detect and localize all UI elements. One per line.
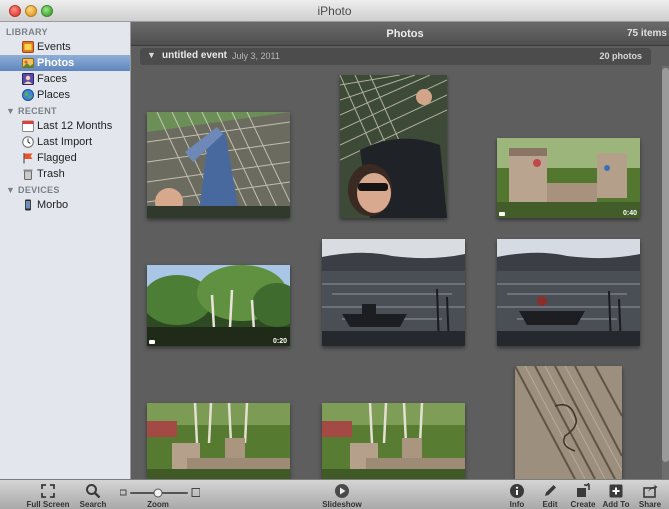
zoom-label: Zoom (147, 500, 169, 509)
calendar-icon (22, 120, 34, 132)
scrollbar-thumb[interactable] (662, 68, 669, 462)
sidebar-item-faces[interactable]: Faces (0, 71, 130, 87)
full-screen-icon (41, 484, 55, 498)
sidebar-item-label: Morbo (37, 199, 69, 211)
sidebar-item-label: Trash (37, 168, 65, 180)
events-icon (22, 41, 34, 53)
photo-thumbnail[interactable] (147, 112, 290, 218)
stone-wall-garden-photo (147, 403, 290, 479)
photo-thumbnail[interactable] (147, 403, 290, 479)
sidebar-item-flagged[interactable]: Flagged (0, 150, 130, 166)
sidebar-item-label: Flagged (37, 152, 77, 164)
edit-button[interactable]: Edit (537, 480, 563, 509)
add-to-label: Add To (602, 500, 630, 509)
edit-label: Edit (542, 500, 558, 509)
library-heading: LIBRARY (6, 27, 48, 37)
iphone-icon (25, 199, 31, 211)
photo-thumbnail[interactable] (515, 366, 622, 479)
video-camera-icon (499, 212, 505, 216)
info-icon (510, 484, 524, 498)
video-camera-icon (149, 340, 155, 344)
event-name: untitled event (162, 50, 228, 61)
sidebar-item-last-12-months[interactable]: Last 12 Months (0, 118, 130, 134)
lake-boat-photo (497, 239, 640, 346)
photo-thumbnail[interactable] (322, 239, 465, 346)
photo-thumbnail[interactable] (497, 239, 640, 346)
sidebar-item-morbo[interactable]: Morbo (0, 197, 130, 213)
full-screen-button[interactable]: Full Screen (26, 480, 70, 509)
share-label: Share (638, 500, 662, 509)
video-thumbnail[interactable]: 0:40 (497, 138, 640, 218)
event-photo-count: 20 photos (599, 51, 642, 61)
create-label: Create (570, 500, 596, 509)
photo-thumbnail[interactable] (340, 75, 447, 218)
devices-heading-label: DEVICES (18, 185, 60, 195)
create-button[interactable]: Create (568, 480, 598, 509)
slideshow-label: Slideshow (322, 500, 362, 509)
photo-thumbnail[interactable] (322, 403, 465, 479)
share-icon (643, 484, 658, 498)
slideshow-button[interactable]: Slideshow (320, 480, 364, 509)
iphoto-window: iPhoto LIBRARY Events Photos Faces Place… (0, 0, 669, 509)
disclosure-triangle-icon[interactable]: ▼ (147, 50, 156, 60)
sidebar-item-label: Photos (37, 57, 75, 69)
video-duration: 0:40 (622, 210, 637, 217)
window-title: iPhoto (317, 4, 352, 18)
item-count: 75 items (626, 28, 667, 39)
zoom-label-container: Zoom (140, 480, 176, 509)
content-title: Photos (386, 28, 424, 40)
sidebar-item-label: Places (37, 89, 71, 101)
search-icon (86, 484, 101, 499)
sidebar: LIBRARY Events Photos Faces Places ▼ REC… (0, 22, 131, 479)
bottom-toolbar: Full Screen Search Zoom Slideshow Info E… (0, 479, 669, 509)
info-button[interactable]: Info (504, 480, 530, 509)
devices-heading: ▼ DEVICES (6, 185, 60, 195)
flag-icon (23, 153, 33, 164)
video-thumbnail[interactable]: 0:20 (147, 265, 290, 346)
woman-in-hammock-photo (340, 75, 447, 218)
title-bar: iPhoto (0, 0, 669, 22)
lake-boat-photo (322, 239, 465, 346)
sidebar-item-trash[interactable]: Trash (0, 166, 130, 182)
stone-wall-video (497, 138, 640, 218)
sidebar-item-label: Faces (37, 73, 67, 85)
video-duration: 0:20 (272, 338, 287, 345)
share-button[interactable]: Share (636, 480, 664, 509)
sidebar-item-events[interactable]: Events (0, 39, 130, 55)
sidebar-item-label: Events (37, 41, 71, 53)
wood-dock-photo (515, 366, 622, 479)
play-icon (335, 484, 349, 498)
full-screen-label: Full Screen (26, 500, 70, 509)
recent-heading: ▼ RECENT (6, 106, 57, 116)
search-button[interactable]: Search (78, 480, 108, 509)
stone-wall-garden-photo (322, 403, 465, 479)
pencil-icon (545, 485, 556, 496)
content-header: Photos 75 items (131, 22, 669, 46)
create-icon (577, 483, 590, 497)
search-label: Search (79, 500, 107, 509)
event-header[interactable]: ▼ untitled event July 3, 2011 20 photos (140, 48, 651, 65)
add-to-button[interactable]: Add To (600, 480, 632, 509)
sidebar-item-places[interactable]: Places (0, 87, 130, 103)
plus-box-icon (609, 484, 623, 498)
sidebar-item-photos[interactable]: Photos (0, 55, 130, 71)
recent-heading-label: RECENT (18, 106, 57, 116)
forest-video (147, 265, 290, 346)
sidebar-item-label: Last Import (37, 136, 93, 148)
trash-icon (23, 169, 33, 180)
clock-icon (22, 136, 34, 148)
sidebar-item-label: Last 12 Months (37, 120, 113, 132)
faces-icon (22, 73, 34, 85)
hammock-feet-photo (147, 112, 290, 218)
sidebar-item-last-import[interactable]: Last Import (0, 134, 130, 150)
photos-icon (22, 58, 34, 68)
event-date: July 3, 2011 (232, 51, 280, 61)
places-icon (22, 89, 34, 101)
info-label: Info (509, 500, 525, 509)
